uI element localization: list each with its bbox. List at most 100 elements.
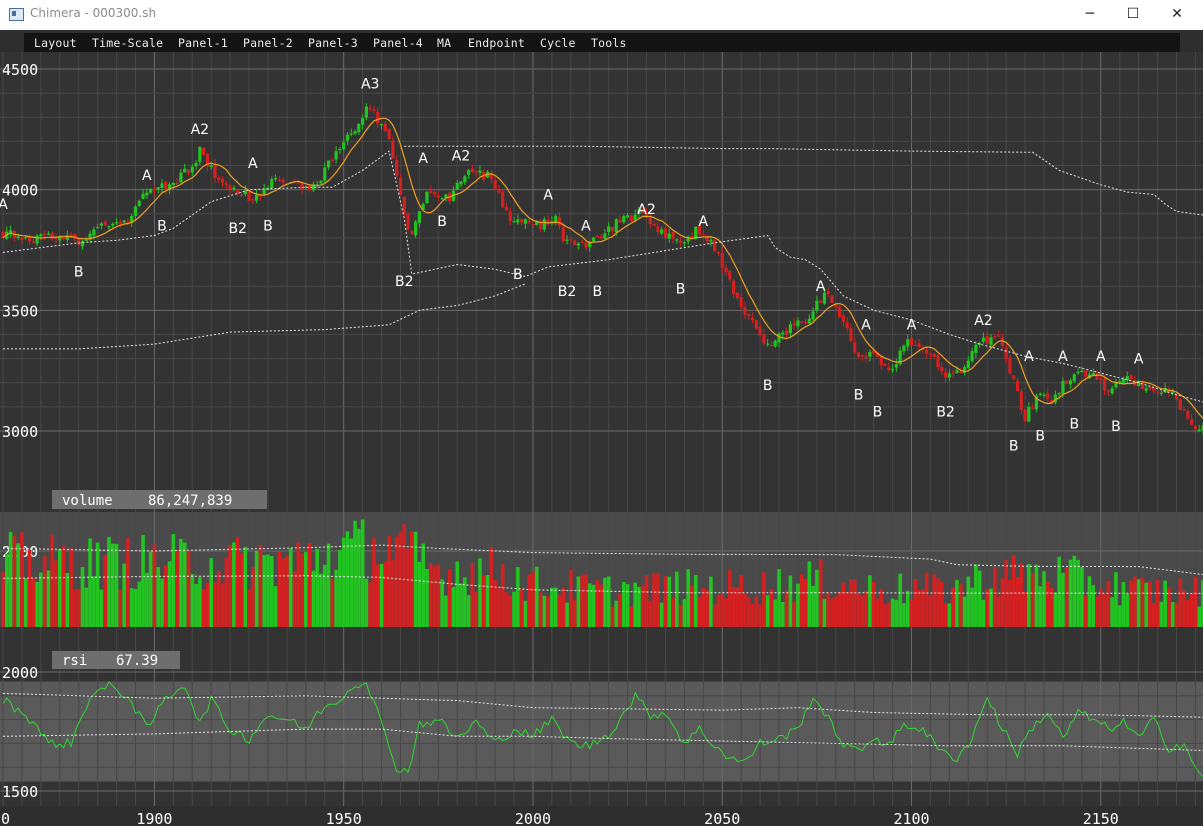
candle-body: [792, 323, 796, 326]
volume-bar: [739, 574, 743, 633]
volume-bar: [663, 576, 668, 633]
volume-bar: [182, 542, 187, 633]
candle-body: [970, 351, 974, 362]
volume-bar: [209, 558, 214, 633]
menu-ma[interactable]: MA: [437, 36, 451, 50]
candle-body: [300, 182, 304, 190]
menu-tools[interactable]: Tools: [591, 36, 627, 50]
candle-body: [470, 168, 475, 173]
cycle-label: A: [907, 318, 917, 334]
volume-bar: [69, 548, 73, 633]
menu-panel-1[interactable]: Panel-1: [178, 36, 228, 50]
volume-bar: [391, 560, 395, 633]
volume-bar: [974, 564, 978, 633]
menu-time-scale[interactable]: Time-Scale: [92, 36, 163, 50]
minimize-button[interactable]: ─: [1067, 0, 1113, 30]
candle-body: [1121, 378, 1126, 384]
candle-body: [743, 307, 747, 315]
volume-bar: [1045, 581, 1050, 633]
volume-bar: [966, 576, 971, 633]
candle-body: [156, 187, 160, 190]
time-axis-tick: 1900: [136, 810, 172, 826]
volume-bar: [39, 572, 43, 633]
menu-panel-2[interactable]: Panel-2: [243, 36, 293, 50]
volume-bar: [868, 575, 872, 633]
price-axis-tick: 4500: [2, 61, 38, 79]
cycle-label: B2: [936, 405, 955, 421]
time-axis-tick: 2150: [1083, 810, 1119, 826]
cycle-label: A: [418, 151, 428, 167]
volume-bar: [1193, 576, 1198, 633]
candle-body: [667, 233, 671, 239]
volume-bar: [281, 558, 285, 633]
candle-body: [160, 183, 164, 189]
menu-cycle[interactable]: Cycle: [540, 36, 576, 50]
volume-bar: [1053, 592, 1058, 633]
candle-body: [830, 295, 834, 303]
cycle-label: A: [248, 156, 258, 172]
volume-bar: [213, 582, 217, 633]
volume-bar: [542, 595, 547, 633]
volume-bar: [493, 580, 497, 633]
candle-body: [629, 215, 633, 222]
volume-bar: [447, 568, 452, 633]
menu-layout[interactable]: Layout: [34, 36, 77, 50]
candle-body: [137, 200, 141, 207]
volume-bar: [622, 582, 626, 633]
volume-bar: [65, 573, 70, 633]
maximize-button[interactable]: ☐: [1110, 0, 1156, 30]
cycle-label: B: [854, 388, 864, 404]
candle-body: [1023, 409, 1027, 421]
close-button[interactable]: ✕: [1154, 0, 1200, 30]
volume-bar: [852, 579, 857, 633]
volume-bar: [1182, 590, 1186, 633]
candle-body: [54, 238, 58, 240]
volume-bar: [54, 560, 58, 633]
volume-bar: [110, 543, 115, 633]
volume-panel[interactable]: 2500: [0, 512, 1203, 633]
volume-bar: [970, 587, 974, 633]
candle-body: [308, 186, 312, 191]
candle-body: [61, 237, 66, 240]
volume-bar: [527, 574, 531, 633]
candle-body: [682, 242, 686, 244]
cycle-label: B: [74, 265, 84, 281]
volume-bar: [550, 587, 554, 633]
volume-bar: [731, 587, 736, 633]
menu-panel-4[interactable]: Panel-4: [373, 36, 423, 50]
volume-bar: [667, 576, 672, 633]
candle-body: [417, 211, 422, 223]
volume-bar: [497, 588, 501, 633]
menu-endpoint[interactable]: Endpoint: [468, 36, 525, 50]
candle-body: [501, 191, 505, 208]
cycle-label: A: [1096, 349, 1106, 365]
volume-bar: [394, 536, 399, 633]
volume-bar: [799, 574, 804, 633]
volume-bar: [538, 592, 543, 633]
candle-body: [660, 229, 664, 234]
candle-body: [118, 221, 122, 224]
candle-body: [319, 180, 323, 184]
volume-bar: [451, 587, 456, 633]
candle-body: [1068, 380, 1073, 385]
candle-body: [815, 300, 819, 311]
window-titlebar: Chimera - 000300.sh ─ ☐ ✕: [0, 0, 1203, 30]
volume-bar: [114, 543, 119, 633]
candle-body: [531, 223, 535, 226]
candle-body: [735, 292, 739, 299]
candle-body: [925, 349, 929, 354]
window-title: Chimera - 000300.sh: [30, 6, 157, 20]
chart-canvas[interactable]: 4500400035003000ABABA2B2ABA3B2ABA2BAB2AB…: [0, 52, 1203, 826]
rsi-panel[interactable]: 2000 1500: [0, 627, 1203, 806]
volume-bar: [637, 586, 641, 633]
menu-panel-3[interactable]: Panel-3: [308, 36, 358, 50]
price-panel[interactable]: 4500400035003000ABABA2B2ABA3B2ABA2BAB2AB…: [0, 52, 1203, 512]
volume-bar: [1027, 563, 1031, 633]
candle-body: [554, 216, 558, 223]
volume-bar: [508, 595, 513, 633]
volume-bar: [940, 581, 944, 633]
time-axis-tick: 2050: [704, 810, 740, 826]
volume-bar: [716, 595, 721, 633]
volume-bar: [88, 538, 92, 633]
candle-body: [701, 233, 705, 236]
